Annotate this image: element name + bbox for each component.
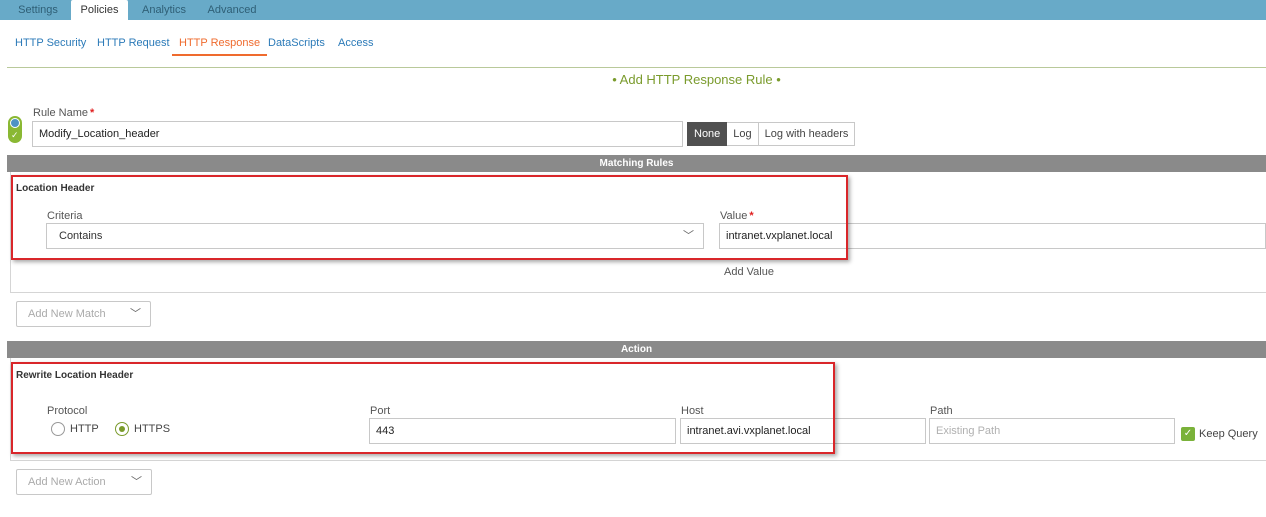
check-icon: ✓ (11, 130, 19, 140)
chevron-down-icon: ﹀ (131, 476, 142, 488)
required-mark: * (90, 107, 95, 119)
keep-query-checkbox[interactable]: ✓ (1181, 427, 1195, 441)
protocol-label: Protocol (47, 405, 88, 417)
rule-status-toggle[interactable]: ✓ (8, 116, 22, 143)
log-with-headers-button[interactable]: Log with headers (758, 122, 856, 146)
subtab-http-security[interactable]: HTTP Security (15, 36, 86, 56)
criteria-label: Criteria (47, 210, 83, 222)
subtab-datascripts[interactable]: DataScripts (268, 36, 325, 56)
top-tab-bar: Settings Policies Analytics Advanced (0, 0, 1266, 20)
protocol-https-label: HTTPS (134, 423, 171, 435)
tab-advanced[interactable]: Advanced (200, 0, 264, 20)
path-label: Path (930, 405, 953, 417)
add-new-action-label: Add New Action (28, 476, 106, 488)
location-header-title: Location Header (16, 183, 95, 194)
chevron-down-icon: ﹀ (130, 308, 141, 320)
add-new-match-dropdown[interactable]: Add New Match ﹀ (16, 301, 151, 327)
subtab-http-request[interactable]: HTTP Request (97, 36, 170, 56)
port-label: Port (370, 405, 391, 417)
rule-name-input[interactable]: Modify_Location_header (32, 121, 683, 147)
matching-rules-header: Matching Rules (7, 155, 1266, 172)
host-input[interactable]: intranet.avi.vxplanet.local (680, 418, 926, 444)
log-button[interactable]: Log (727, 122, 759, 146)
keep-query-label: Keep Query (1199, 428, 1258, 440)
value-label-text: Value (720, 210, 748, 222)
port-input[interactable]: 443 (369, 418, 676, 444)
subtab-http-response[interactable]: HTTP Response (172, 36, 268, 56)
rule-name-label: Rule Name * (33, 107, 94, 119)
add-value-link[interactable]: Add Value (724, 266, 774, 278)
add-new-match-label: Add New Match (28, 308, 106, 320)
subtab-access[interactable]: Access (338, 36, 373, 56)
action-panel (10, 358, 1266, 461)
criteria-select[interactable]: Contains ﹀ (46, 223, 704, 249)
criteria-value: Contains (59, 230, 103, 242)
status-dot-icon (10, 118, 20, 128)
chevron-down-icon: ﹀ (683, 230, 694, 242)
required-mark: * (749, 210, 754, 222)
tab-policies[interactable]: Policies (71, 0, 128, 20)
log-option-group: None Log Log with headers (687, 122, 856, 146)
value-input[interactable]: intranet.vxplanet.local (719, 223, 1266, 249)
protocol-http-radio[interactable] (51, 422, 65, 436)
host-label: Host (681, 405, 704, 417)
protocol-http-label: HTTP (70, 423, 99, 435)
form-top-divider (7, 67, 1266, 68)
path-input[interactable]: Existing Path (929, 418, 1175, 444)
form-title: • Add HTTP Response Rule • (612, 72, 781, 87)
add-new-action-dropdown[interactable]: Add New Action ﹀ (16, 469, 152, 495)
tab-analytics[interactable]: Analytics (134, 0, 194, 20)
rule-name-label-text: Rule Name (33, 107, 89, 119)
tab-settings[interactable]: Settings (8, 0, 68, 20)
rewrite-location-header-title: Rewrite Location Header (16, 370, 134, 381)
protocol-https-radio[interactable] (115, 422, 129, 436)
action-header: Action (7, 341, 1266, 358)
value-label: Value * (720, 210, 754, 222)
log-none-button[interactable]: None (687, 122, 728, 146)
